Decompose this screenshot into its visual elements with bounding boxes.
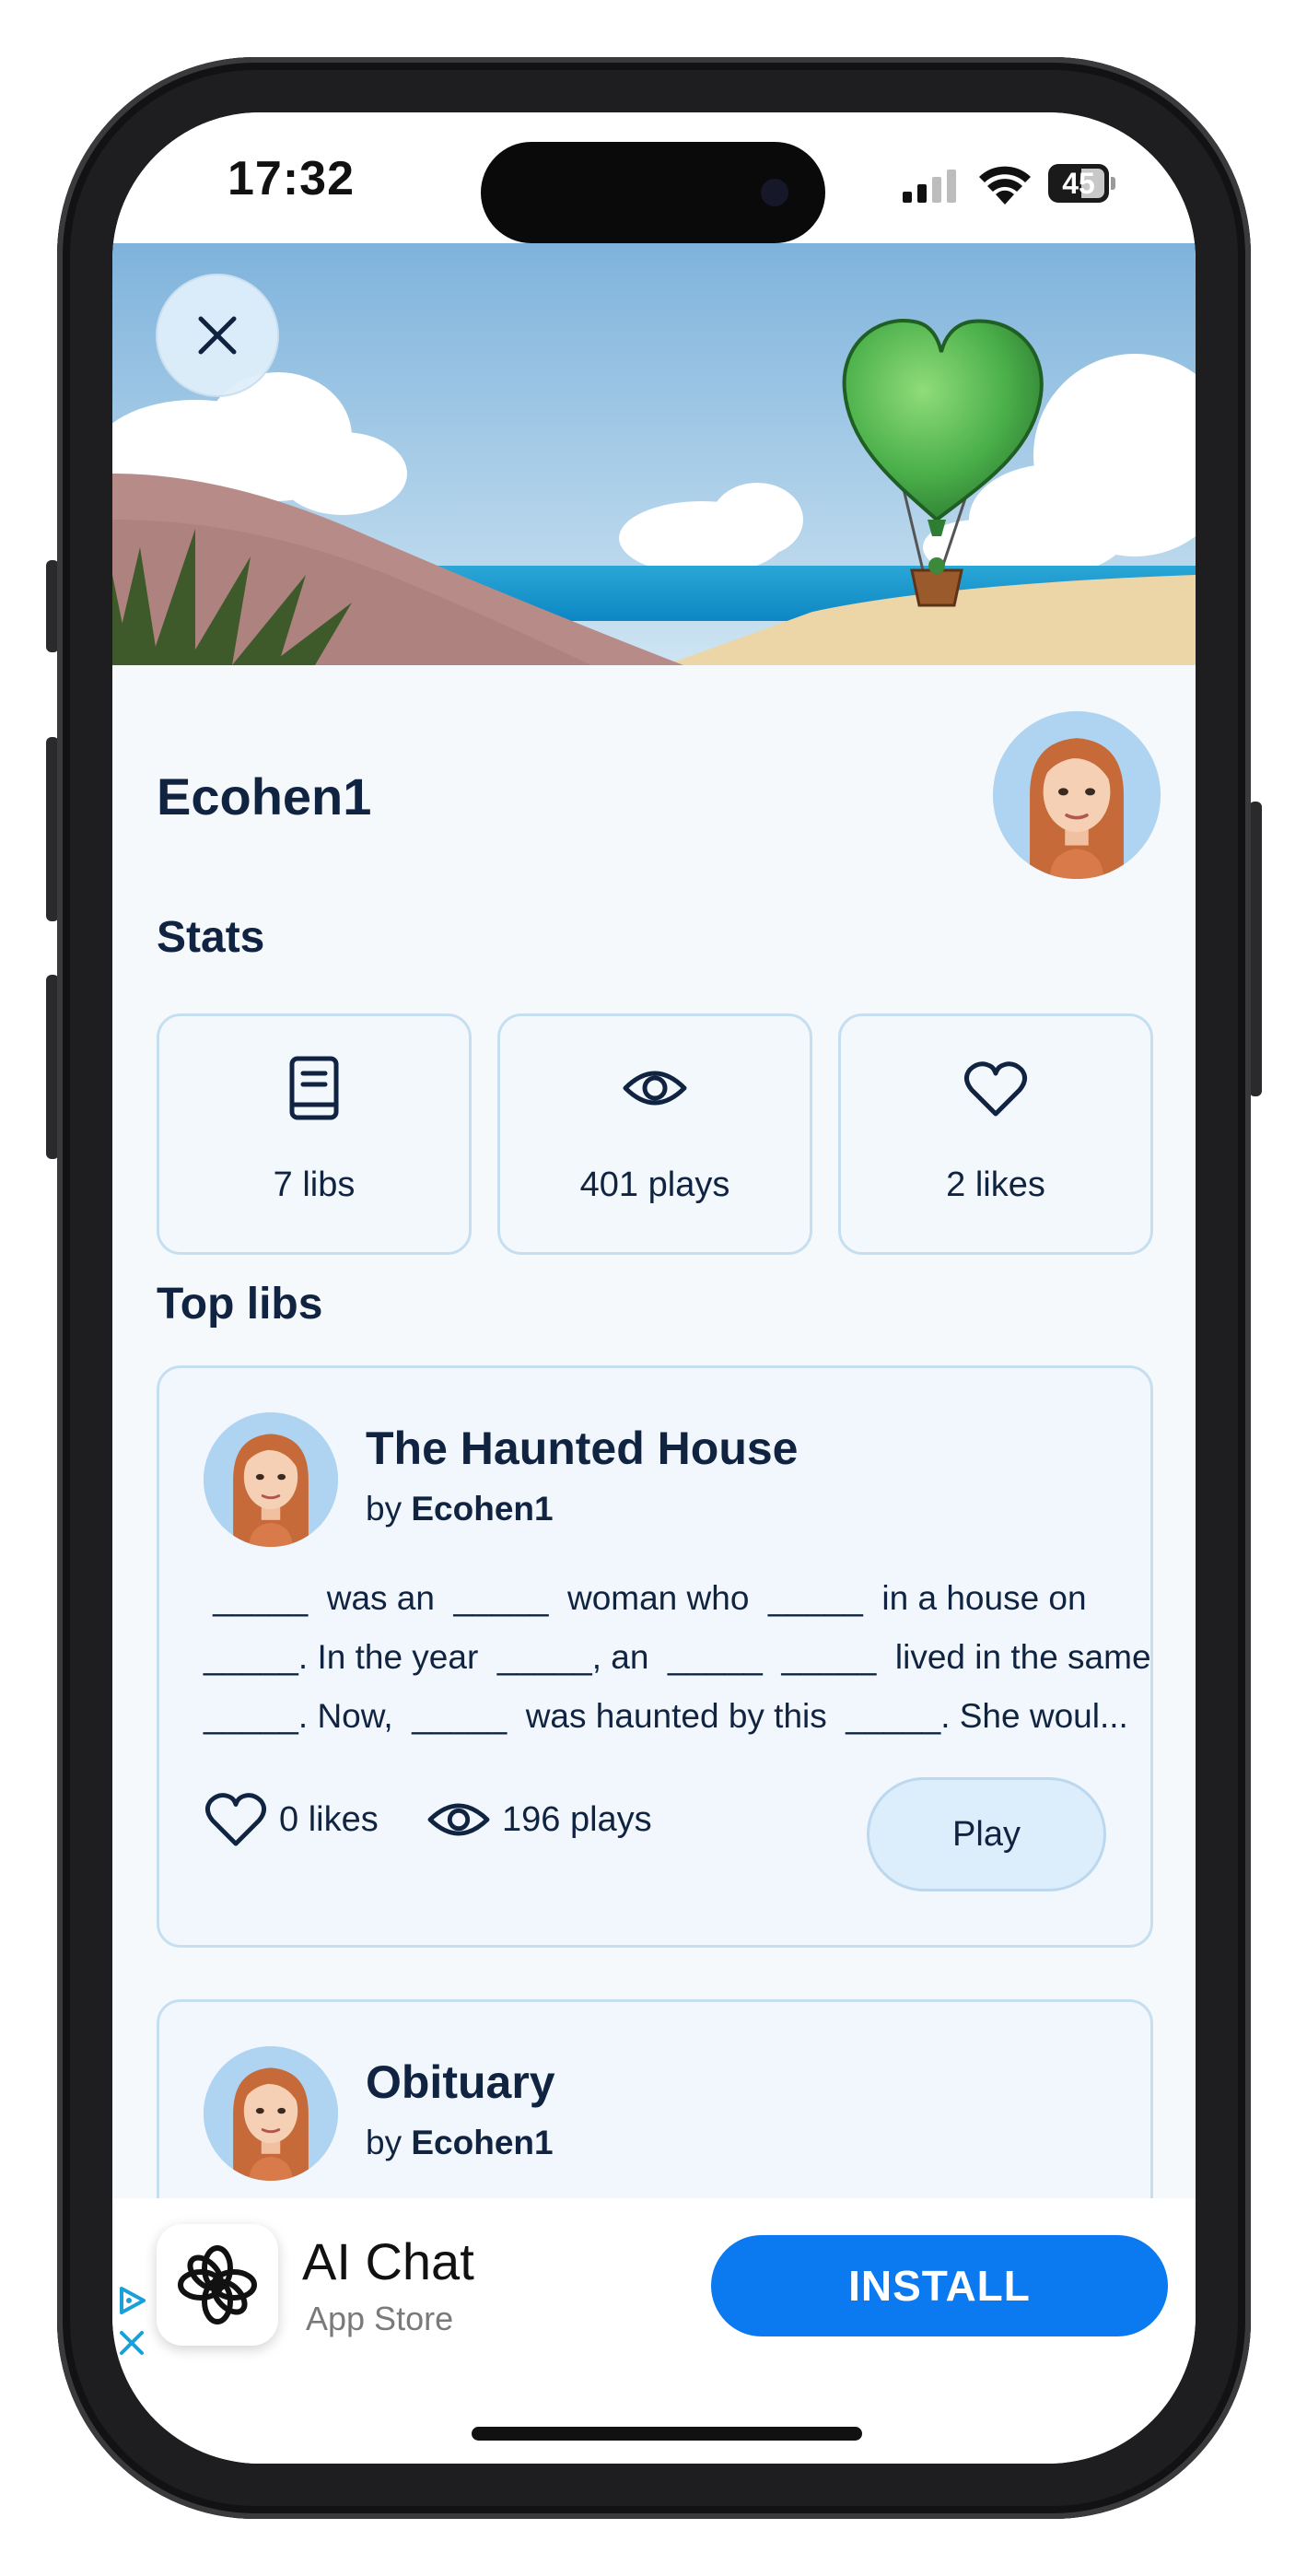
stat-libs-label: 7 libs (273, 1165, 356, 1204)
stat-likes-label: 2 likes (946, 1165, 1045, 1204)
lib-author-prefix: by (366, 2124, 412, 2161)
install-button[interactable]: INSTALL (711, 2235, 1168, 2336)
status-time: 17:32 (228, 152, 355, 205)
ad-app-icon[interactable] (157, 2224, 278, 2346)
lib-author: by Ecohen1 (366, 1490, 554, 1528)
ad-app-subtitle: App Store (306, 2300, 454, 2337)
lib-excerpt-line: _____. In the year _____, an _____ _____… (204, 1638, 1151, 1676)
dynamic-island (481, 142, 825, 243)
adchoices-icon[interactable] (116, 2285, 147, 2316)
profile-username: Ecohen1 (157, 767, 372, 825)
battery-icon: 45 (1048, 164, 1115, 203)
ad-app-title: AI Chat (302, 2232, 474, 2290)
ad-close-icon[interactable] (118, 2329, 146, 2357)
lib-title: The Haunted House (366, 1423, 799, 1474)
profile-avatar (993, 711, 1161, 879)
ad-banner[interactable]: AI Chat App Store INSTALL (112, 2198, 1196, 2464)
lib-likes-label: 0 likes (279, 1799, 379, 1839)
lib-author-avatar (204, 2046, 338, 2181)
status-bar: 17:32 45 (112, 112, 1196, 243)
battery-level: 45 (1062, 167, 1095, 200)
stat-plays-label: 401 plays (579, 1165, 730, 1204)
lib-excerpt-line: _____ was an _____ woman who _____ in a … (204, 1579, 1087, 1617)
ai-chat-logo-icon (178, 2245, 257, 2324)
cellular-signal-icon (903, 170, 956, 203)
lib-plays: 196 plays (426, 1790, 652, 1849)
heart-icon (964, 1061, 1027, 1117)
eye-icon (427, 1803, 490, 1836)
power-button (1249, 802, 1262, 1096)
close-icon (198, 316, 237, 355)
play-button[interactable]: Play (867, 1777, 1106, 1891)
lib-excerpt: _____ was an _____ woman who _____ in a … (204, 1569, 1151, 1746)
lib-card[interactable]: The Haunted House by Ecohen1 _____ was a… (157, 1365, 1153, 1948)
lib-plays-label: 196 plays (502, 1799, 652, 1839)
stats-title: Stats (157, 913, 265, 962)
lib-author: by Ecohen1 (366, 2124, 554, 2162)
lib-author-avatar (204, 1412, 338, 1547)
lib-author-prefix: by (366, 1490, 412, 1528)
stat-card-plays: 401 plays (497, 1013, 812, 1255)
front-camera (761, 179, 788, 206)
lib-author-name: Ecohen1 (411, 2124, 554, 2161)
lib-title: Obituary (366, 2056, 555, 2108)
stat-card-likes: 2 likes (838, 1013, 1153, 1255)
profile-banner-image (112, 243, 1196, 665)
lib-author-name: Ecohen1 (411, 1490, 554, 1528)
close-button[interactable] (156, 274, 279, 397)
book-icon (289, 1056, 339, 1120)
top-libs-title: Top libs (157, 1280, 323, 1329)
eye-icon (623, 1071, 687, 1106)
lib-excerpt-line: _____. Now, _____ was haunted by this __… (204, 1697, 1128, 1735)
stat-card-libs: 7 libs (157, 1013, 472, 1255)
wifi-icon (979, 166, 1031, 205)
home-indicator[interactable] (472, 2427, 862, 2441)
heart-icon[interactable] (204, 1790, 268, 1849)
app-screen: 17:32 45 Ecohen1 Stats 7 libs 401 plays … (112, 112, 1196, 2464)
lib-likes: 0 likes (204, 1790, 379, 1849)
